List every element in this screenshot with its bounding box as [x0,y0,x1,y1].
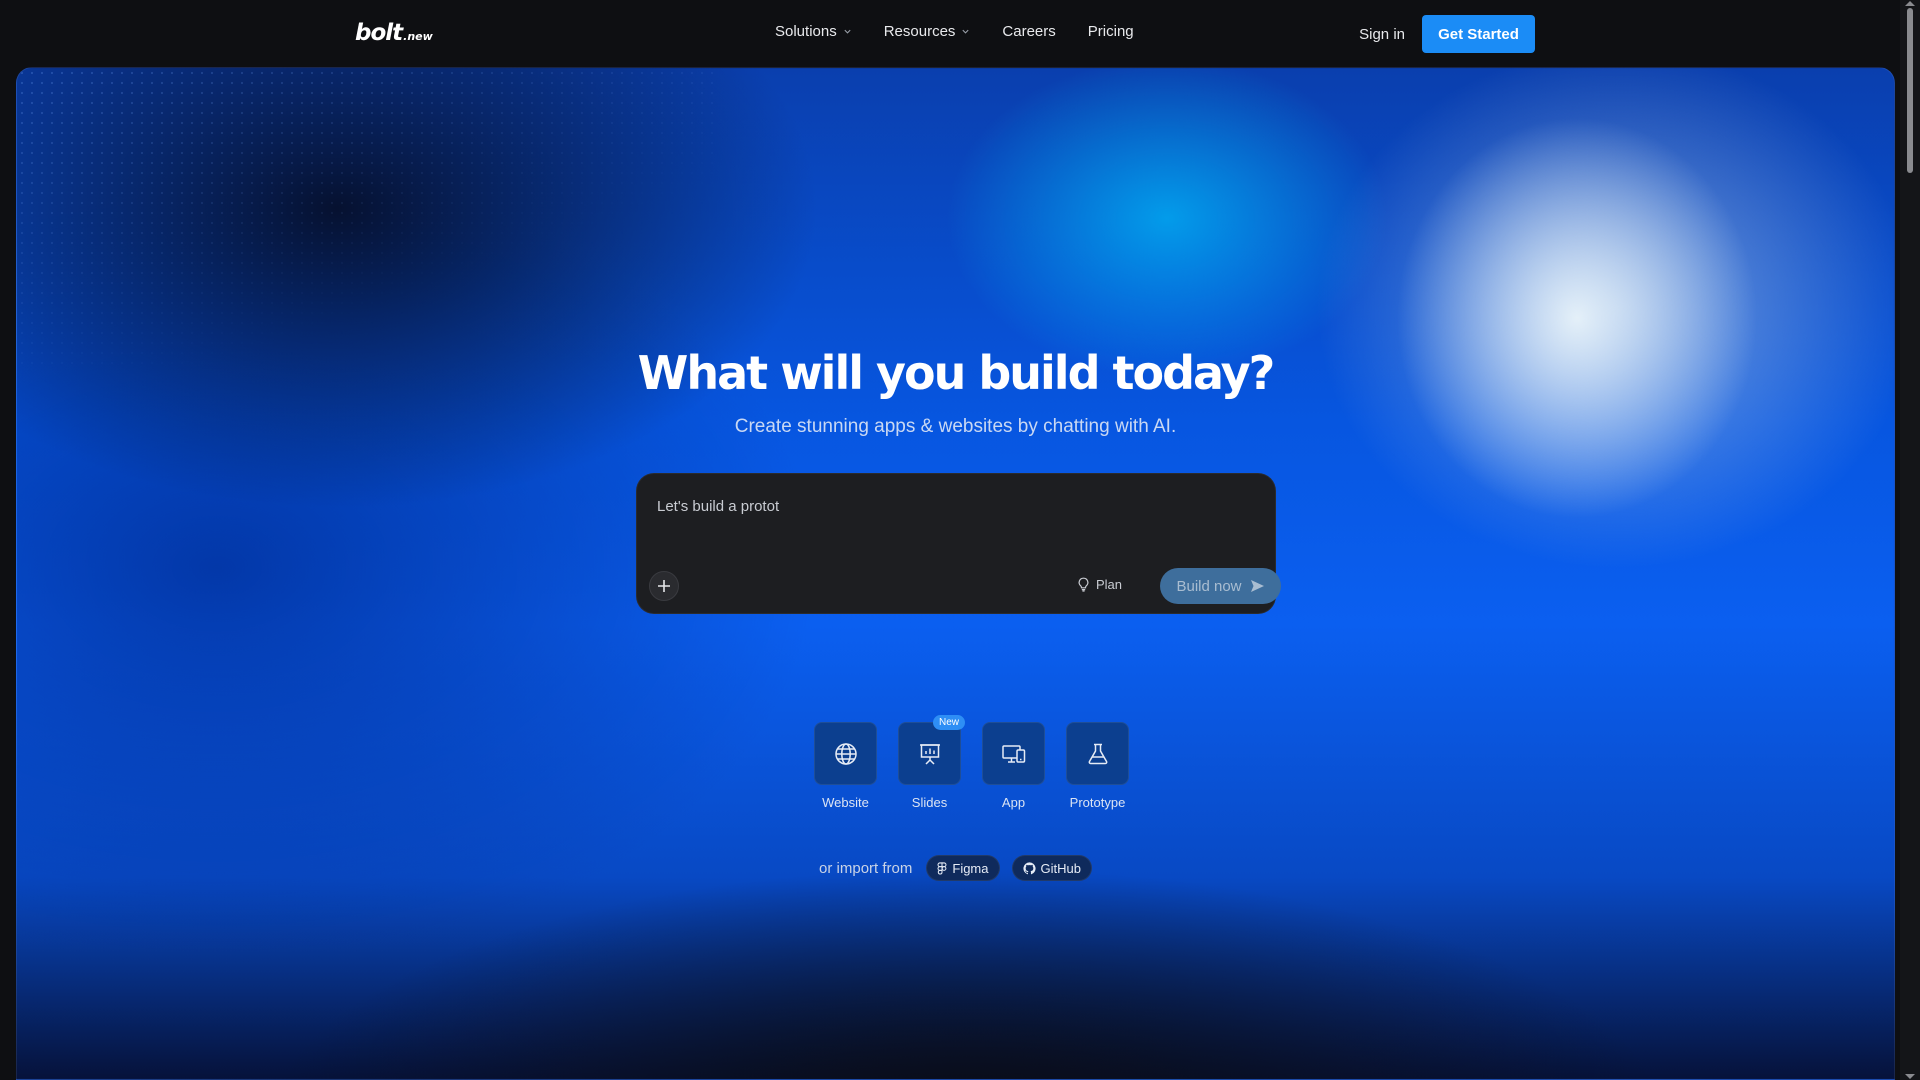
category-app[interactable]: App [982,722,1045,810]
globe-icon [834,742,857,765]
chevron-down-icon [844,29,851,34]
nav-item-resources[interactable]: Resources [884,23,971,40]
nav-links: Solutions Resources Careers Pricing [775,23,1134,40]
category-label: Slides [911,795,948,810]
get-started-button[interactable]: Get Started [1422,15,1535,53]
presentation-icon [919,743,940,765]
figma-icon [937,861,947,875]
nav-item-label: Pricing [1087,23,1134,40]
devices-icon [1001,744,1025,763]
nav-item-label: Solutions [775,23,837,40]
scroll-up-icon[interactable] [1905,1,1915,6]
scroll-down-icon[interactable] [1905,1074,1915,1079]
prompt-box: Plan Build now [636,473,1281,614]
nav-actions: Sign in Get Started [1359,15,1535,53]
sign-in-link[interactable]: Sign in [1359,26,1405,43]
build-now-label: Build now [1176,577,1242,595]
page: bolt .new Solutions Resources Careers Pr… [0,0,1920,1080]
page-scrollbar[interactable] [1900,0,1920,1080]
prompt-input[interactable] [657,498,1257,515]
category-label: Prototype [1069,795,1126,810]
scroll-thumb[interactable] [1907,8,1913,173]
category-tile[interactable] [814,722,877,785]
nav-item-pricing[interactable]: Pricing [1088,23,1134,40]
import-figma-button[interactable]: Figma [926,855,1000,881]
nav-item-solutions[interactable]: Solutions [775,23,852,40]
import-figma-label: Figma [952,860,989,876]
category-list: Website New Slides App Prototype [814,715,1129,810]
category-tile[interactable] [982,722,1045,785]
hero-section: What will you build today? Create stunni… [16,67,1895,1080]
dot-pattern [17,68,717,368]
import-row: or import from Figma GitHub [17,855,1894,881]
nav-item-label: Resources [883,23,956,40]
page-subtitle: Create stunning apps & websites by chatt… [734,416,1177,437]
page-title: What will you build today? [637,346,1276,400]
category-website[interactable]: Website [814,722,877,810]
import-github-label: GitHub [1040,860,1081,876]
plus-icon [658,580,670,592]
category-label: App [1001,795,1026,810]
nav-item-careers[interactable]: Careers [1002,23,1055,40]
category-tile[interactable] [1066,722,1129,785]
category-label: Website [822,795,869,810]
add-attachment-button[interactable] [649,571,679,601]
lightbulb-icon [1078,577,1089,592]
nav-item-label: Careers [1002,23,1056,40]
logo[interactable]: bolt .new [355,20,433,46]
top-nav: bolt .new Solutions Resources Careers Pr… [0,0,1900,68]
send-icon [1250,580,1264,592]
chevron-down-icon [962,29,970,34]
plan-label: Plan [1096,577,1123,592]
category-prototype[interactable]: Prototype [1066,722,1129,810]
import-label: or import from [819,859,913,877]
logo-suffix: .new [403,30,433,43]
import-github-button[interactable]: GitHub [1011,855,1092,881]
category-tile[interactable]: New [898,715,965,785]
new-badge: New [932,715,965,730]
build-now-button[interactable]: Build now [1160,568,1281,604]
plan-button[interactable]: Plan [1077,577,1122,592]
github-icon [1022,861,1036,874]
logo-main: bolt [355,20,403,46]
flask-icon [1088,743,1107,764]
category-slides[interactable]: New Slides [898,715,965,810]
